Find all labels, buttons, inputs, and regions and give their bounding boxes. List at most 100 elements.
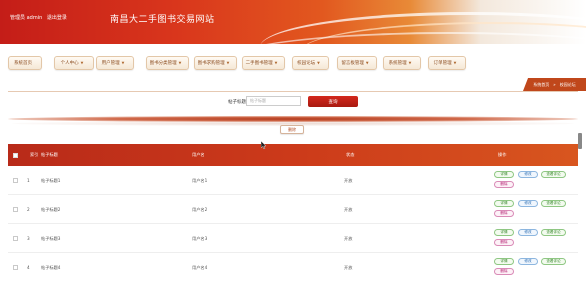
chevron-down-icon: ▼ (365, 61, 369, 65)
row-index: 4 (27, 265, 30, 270)
header-index-label: 索引 (30, 152, 39, 157)
main-nav: 系统首页 个人中心 ▼ 用户管理 ▼ 图书分类管理 ▼ 图书求购管理 ▼ 二手图书管理 ▼… (0, 56, 586, 74)
nav-item-label: 订单管理 (433, 61, 452, 66)
row-username: 用户名4 (192, 264, 208, 270)
chevron-down-icon: ▼ (178, 61, 182, 65)
header-title: 帖子标题 (41, 152, 58, 157)
search-label: 帖子标题 (228, 100, 246, 105)
user-info: 管理员 admin 退出登录 (10, 14, 70, 21)
site-title: 南昌大二手图书交易网站 (110, 15, 215, 25)
select-all-cell (13, 144, 18, 166)
nav-item-book-request[interactable]: 图书求购管理 ▼ (194, 56, 237, 70)
edit-button[interactable]: 修改 (518, 258, 538, 265)
mouse-cursor-icon (261, 141, 267, 149)
view-comments-button[interactable]: 查看评论 (541, 258, 566, 265)
row-checkbox[interactable] (13, 207, 18, 212)
row-status: 开放 (344, 206, 353, 212)
row-title: 帖子标题4 (41, 264, 61, 270)
breadcrumb-current: 校园论坛 (559, 81, 576, 87)
row-checkbox[interactable] (13, 236, 18, 241)
nav-item-book-category[interactable]: 图书分类管理 ▼ (146, 56, 189, 70)
user-role: 管理员 admin (10, 15, 43, 21)
row-index: 2 (27, 207, 30, 212)
row-username: 用户名2 (192, 206, 208, 212)
header-status: 状态 (346, 152, 355, 157)
nav-item-users[interactable]: 用户管理 ▼ (96, 56, 134, 70)
header-index: 索引 (30, 144, 38, 166)
row-index: 1 (27, 178, 30, 183)
nav-item-label: 留言板管理 (341, 61, 364, 66)
row-index: 3 (27, 236, 30, 241)
chevron-down-icon: ▼ (226, 61, 230, 65)
select-all-checkbox[interactable] (13, 152, 18, 158)
chevron-down-icon: ▼ (80, 61, 84, 65)
nav-item-secondhand-books[interactable]: 二手图书管理 ▼ (242, 56, 285, 70)
nav-item-forum[interactable]: 校园论坛 ▼ (292, 56, 329, 70)
row-title: 帖子标题1 (41, 177, 61, 183)
row-status: 开放 (344, 235, 353, 241)
row-select-cell (13, 224, 18, 253)
row-select-cell (13, 166, 18, 195)
chevron-down-icon: ▼ (453, 61, 457, 65)
row-status: 开放 (344, 177, 353, 183)
divider (8, 91, 578, 92)
detail-button[interactable]: 详情 (494, 200, 514, 207)
breadcrumb: 系统首页 » 校园论坛 (523, 78, 586, 91)
breadcrumb-separator: » (553, 82, 556, 87)
table-row: 3 帖子标题3 用户名3 开放 详情 修改 查看评论 删除 (8, 224, 578, 253)
nav-item-home[interactable]: 系统首页 (8, 56, 42, 70)
nav-item-label: 系统管理 (388, 61, 407, 66)
edit-button[interactable]: 修改 (518, 229, 538, 236)
nav-item-label: 图书求购管理 (197, 61, 225, 66)
row-checkbox[interactable] (13, 265, 18, 270)
nav-item-label: 校园论坛 (297, 61, 316, 66)
nav-item-label: 图书分类管理 (149, 61, 177, 66)
row-select-cell (13, 195, 18, 224)
delete-button[interactable]: 删除 (494, 181, 514, 188)
header-actions: 操作 (498, 152, 507, 157)
bulk-delete-button[interactable]: 删除 (280, 125, 304, 134)
header-username: 用户名 (192, 152, 205, 157)
nav-item-label: 系统首页 (14, 61, 32, 66)
view-comments-button[interactable]: 查看评论 (541, 171, 566, 178)
row-username: 用户名3 (192, 235, 208, 241)
row-select-cell (13, 253, 18, 281)
view-comments-button[interactable]: 查看评论 (541, 229, 566, 236)
search-button[interactable]: 查询 (308, 96, 358, 107)
chevron-down-icon: ▼ (408, 61, 412, 65)
edit-button[interactable]: 修改 (518, 200, 538, 207)
search-placeholder: 帖子标题 (250, 98, 266, 103)
nav-item-label: 个人中心 (60, 61, 79, 66)
row-username: 用户名1 (192, 177, 208, 183)
nav-item-label: 二手图书管理 (245, 61, 273, 66)
delete-button[interactable]: 删除 (494, 239, 514, 246)
table-row: 1 帖子标题1 用户名1 开放 详情 修改 查看评论 删除 (8, 166, 578, 195)
table-row: 2 帖子标题2 用户名2 开放 详情 修改 查看评论 删除 (8, 195, 578, 224)
nav-item-orders[interactable]: 订单管理 ▼ (428, 56, 466, 70)
logout-link[interactable]: 退出登录 (47, 15, 67, 21)
nav-item-system[interactable]: 系统管理 ▼ (383, 56, 421, 70)
table-header: 索引 帖子标题 用户名 状态 操作 (8, 144, 578, 166)
header: 管理员 admin 退出登录 南昌大二手图书交易网站 (0, 0, 586, 44)
view-comments-button[interactable]: 查看评论 (541, 200, 566, 207)
table-row: 4 帖子标题4 用户名4 开放 详情 修改 查看评论 删除 (8, 253, 578, 281)
nav-item-messages[interactable]: 留言板管理 ▼ (337, 56, 377, 70)
row-status: 开放 (344, 264, 353, 270)
row-checkbox[interactable] (13, 178, 18, 183)
nav-item-label: 用户管理 (101, 61, 120, 66)
delete-button[interactable]: 删除 (494, 210, 514, 217)
detail-button[interactable]: 详情 (494, 258, 514, 265)
row-title: 帖子标题2 (41, 206, 61, 212)
detail-button[interactable]: 详情 (494, 229, 514, 236)
chevron-down-icon: ▼ (274, 61, 278, 65)
scrollbar-thumb[interactable] (578, 133, 582, 149)
search-input[interactable]: 帖子标题 (246, 96, 301, 106)
delete-button[interactable]: 删除 (494, 268, 514, 275)
edit-button[interactable]: 修改 (518, 171, 538, 178)
nav-item-profile[interactable]: 个人中心 ▼ (54, 56, 94, 70)
row-title: 帖子标题3 (41, 235, 61, 241)
chevron-down-icon: ▼ (121, 61, 125, 65)
detail-button[interactable]: 详情 (494, 171, 514, 178)
chevron-down-icon: ▼ (317, 61, 320, 65)
breadcrumb-home[interactable]: 系统首页 (533, 82, 549, 88)
